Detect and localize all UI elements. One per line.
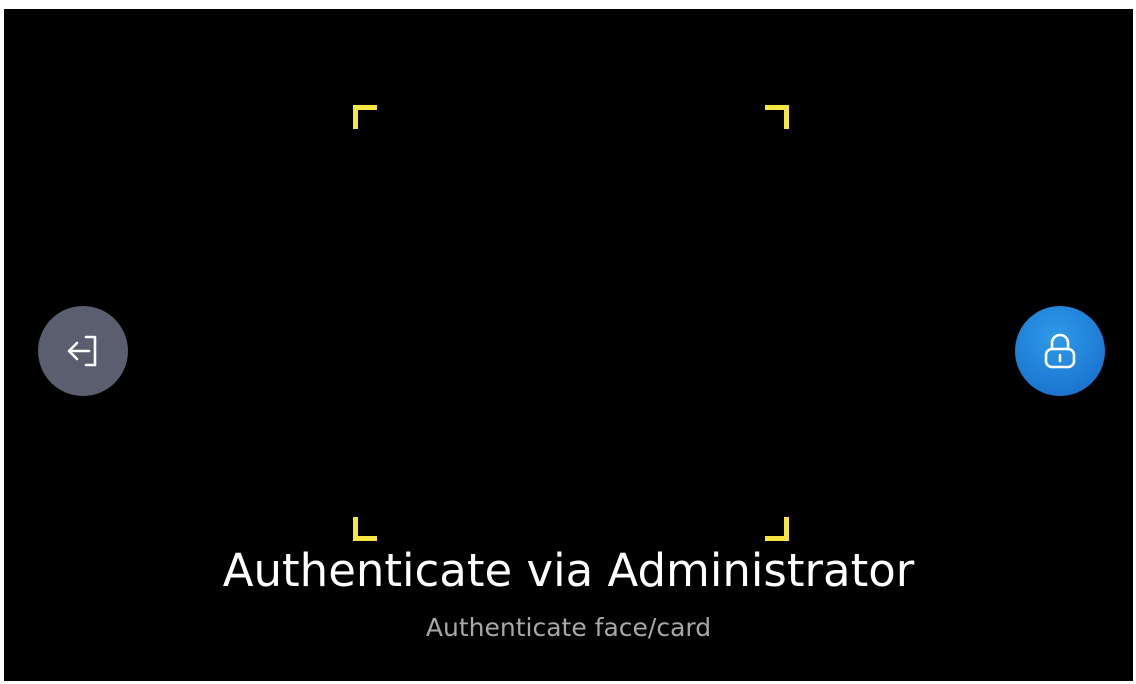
scan-frame-corner-top-left bbox=[353, 105, 377, 129]
auth-title: Authenticate via Administrator bbox=[222, 544, 915, 597]
scan-frame-corner-bottom-right bbox=[765, 517, 789, 541]
scan-frame-corner-top-right bbox=[765, 105, 789, 129]
exit-arrow-icon bbox=[67, 335, 97, 367]
scan-frame-corner-bottom-left bbox=[353, 517, 377, 541]
unlock-button[interactable] bbox=[1015, 306, 1105, 396]
authentication-screen: Authenticate via Administrator Authentic… bbox=[4, 9, 1133, 681]
auth-subtitle: Authenticate face/card bbox=[425, 613, 712, 642]
lock-icon bbox=[1044, 333, 1076, 369]
exit-button[interactable] bbox=[38, 306, 128, 396]
